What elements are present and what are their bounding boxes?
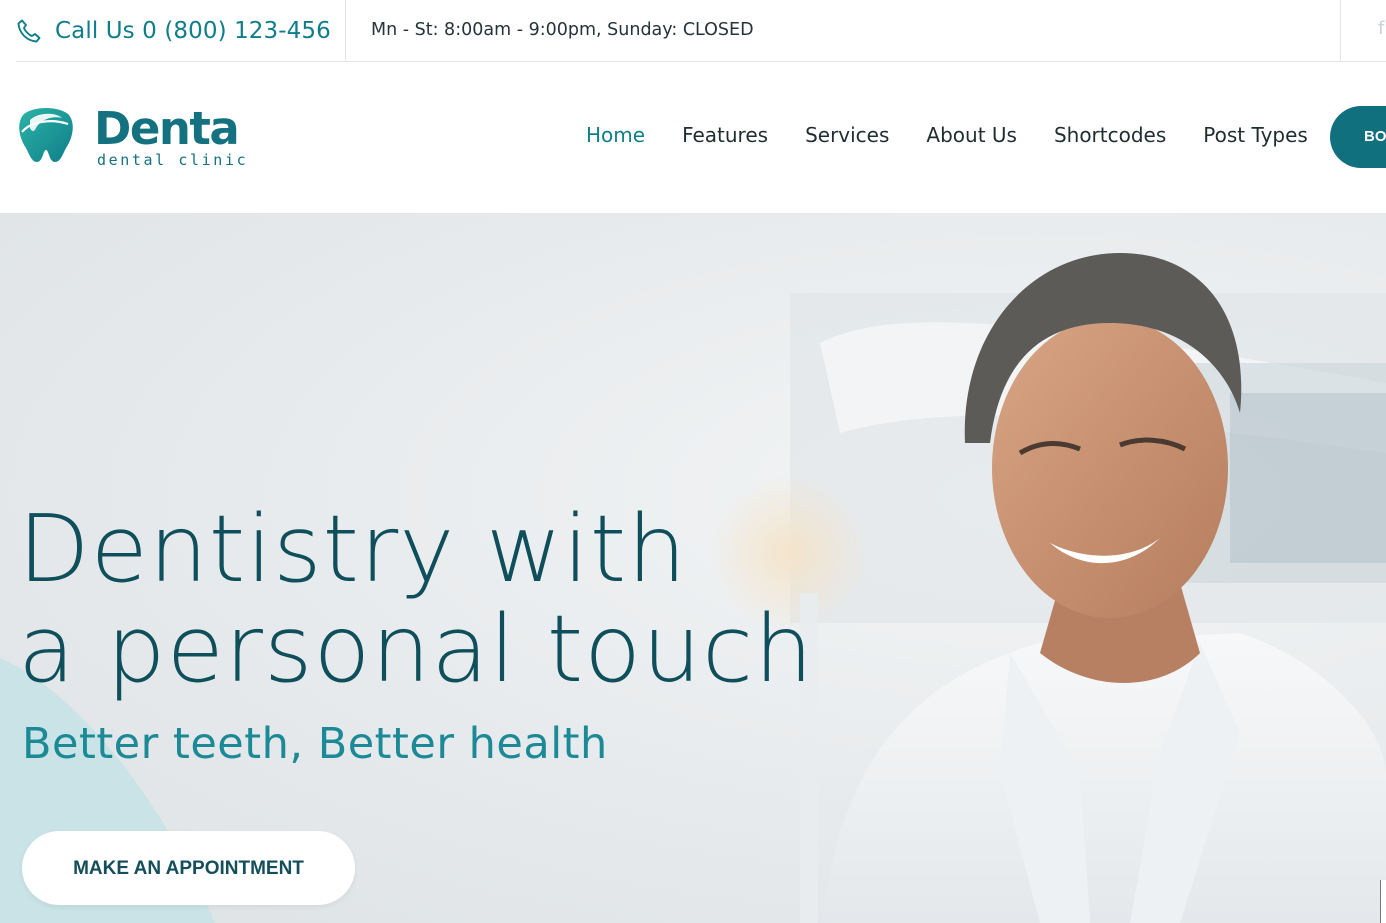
site-header: Denta dental clinic Home Features Servic… <box>0 62 1386 213</box>
nav-shortcodes[interactable]: Shortcodes <box>1054 123 1166 147</box>
opening-hours: Mn - St: 8:00am - 9:00pm, Sunday: CLOSED <box>371 20 754 40</box>
hero-subtitle: Better teeth, Better health <box>22 719 608 769</box>
hero-title: Dentistry with a personal touch <box>18 499 814 699</box>
make-appointment-button[interactable]: MAKE AN APPOINTMENT <box>22 831 355 905</box>
site-logo[interactable]: Denta dental clinic <box>16 102 249 170</box>
phone-icon <box>16 18 42 44</box>
main-nav: Home Features Services About Us Shortcod… <box>586 123 1345 147</box>
top-bar: Call Us 0 (800) 123-456 Mn - St: 8:00am … <box>0 0 1386 62</box>
tooth-logo-icon <box>16 106 76 166</box>
facebook-icon[interactable]: f <box>1378 18 1384 39</box>
hero-section: Dentistry with a personal touch Better t… <box>0 213 1386 923</box>
brand: Denta dental clinic <box>94 102 249 170</box>
call-us-link[interactable]: Call Us 0 (800) 123-456 <box>16 14 331 48</box>
book-button[interactable]: BO <box>1330 106 1386 168</box>
divider <box>1340 0 1341 61</box>
nav-home[interactable]: Home <box>586 123 645 147</box>
nav-services[interactable]: Services <box>805 123 889 147</box>
nav-features[interactable]: Features <box>682 123 768 147</box>
brand-tagline: dental clinic <box>97 151 249 169</box>
call-us-text: Call Us 0 (800) 123-456 <box>55 18 331 44</box>
nav-post-types[interactable]: Post Types <box>1203 123 1308 147</box>
divider <box>345 0 346 61</box>
scroll-edge <box>1380 880 1386 923</box>
hero-title-line-1: Dentistry with <box>18 495 688 603</box>
brand-name: Denta <box>94 102 240 155</box>
hero-title-line-2: a personal touch <box>18 595 815 703</box>
nav-about-us[interactable]: About Us <box>926 123 1017 147</box>
